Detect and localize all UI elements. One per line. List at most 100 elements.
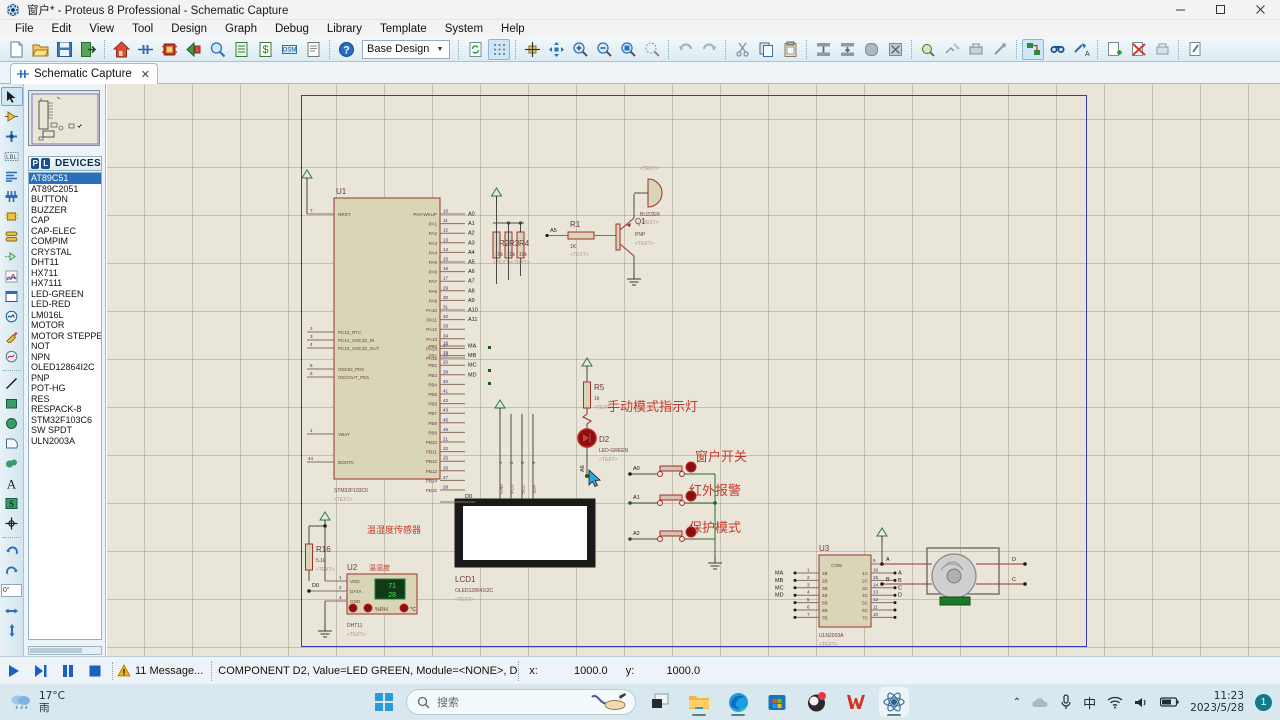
volume-icon[interactable] xyxy=(1134,696,1149,709)
play-button[interactable] xyxy=(0,658,27,684)
onedrive-icon[interactable] xyxy=(1032,696,1049,709)
file-explorer-app[interactable] xyxy=(684,687,714,717)
undo-icon[interactable] xyxy=(674,39,696,60)
pan-icon[interactable] xyxy=(545,39,567,60)
menu-graph[interactable]: Graph xyxy=(216,22,266,36)
path-tool-icon[interactable] xyxy=(1,454,23,473)
line-tool-icon[interactable] xyxy=(1,374,23,393)
ime-indicator[interactable]: 中 xyxy=(1083,693,1096,712)
switch-group[interactable]: A0 A1 A2 xyxy=(628,461,723,570)
menu-template[interactable]: Template xyxy=(371,22,436,36)
subcircuit-mode-icon[interactable] xyxy=(1,207,23,226)
scrollbar-thumb[interactable] xyxy=(30,648,82,653)
obs-studio-app[interactable] xyxy=(801,687,831,717)
microsoft-store-app[interactable] xyxy=(762,687,792,717)
microphone-icon[interactable] xyxy=(1060,694,1072,710)
menu-help[interactable]: Help xyxy=(492,22,534,36)
toggle-grid-icon[interactable] xyxy=(488,38,510,60)
wifi-icon[interactable] xyxy=(1107,696,1123,709)
wire-label-mode-icon[interactable]: LBL xyxy=(1,147,23,166)
zoom-area-icon[interactable] xyxy=(617,39,639,60)
help-icon[interactable]: ? xyxy=(335,39,357,60)
stop-button[interactable] xyxy=(81,658,108,684)
pcb-layout-icon[interactable] xyxy=(158,39,180,60)
menu-tool[interactable]: Tool xyxy=(123,22,162,36)
component-u1[interactable]: U1 STM32F103C6 <TEXT> 7 2 3 4 5 6 1 44 N… xyxy=(307,187,491,503)
save-icon[interactable] xyxy=(53,39,75,60)
design-combo[interactable]: Base Design ▼ xyxy=(362,39,450,59)
device-list-item[interactable]: CAP-ELEC xyxy=(29,226,101,237)
zoom-sheet-icon[interactable] xyxy=(641,39,663,60)
component-mode-icon[interactable] xyxy=(1,107,23,126)
block-copy-icon[interactable] xyxy=(812,39,834,60)
zoom-out-icon[interactable] xyxy=(593,39,615,60)
device-list-item[interactable]: LED-GREEN xyxy=(29,289,101,300)
device-list-item[interactable]: ULN2003A xyxy=(29,436,101,447)
export-icon[interactable] xyxy=(77,39,99,60)
text-script-mode-icon[interactable] xyxy=(1,167,23,186)
open-file-icon[interactable] xyxy=(29,39,51,60)
resistor-r5[interactable]: R5 1k <TEXT> xyxy=(581,357,613,430)
packaging-tool-icon[interactable] xyxy=(965,39,987,60)
device-list-item[interactable]: AT89C51 xyxy=(29,173,101,184)
weather-widget[interactable]: 17°C 雨 xyxy=(10,690,65,714)
microsoft-edge-app[interactable] xyxy=(723,687,753,717)
device-list-item[interactable]: MOTOR STEPPER xyxy=(29,331,101,342)
battery-icon[interactable] xyxy=(1160,696,1179,708)
resistor-r1[interactable]: A5 R1 1K <TEXT> xyxy=(545,220,616,258)
rotate-anticlockwise-icon[interactable] xyxy=(1,561,23,580)
copy-icon[interactable] xyxy=(755,39,777,60)
mirror-horizontal-icon[interactable] xyxy=(1,601,23,620)
led-d2[interactable]: D2 LED-GREEN <TEXT> A6 xyxy=(577,428,629,478)
device-list-item[interactable]: OLED12864I2C xyxy=(29,362,101,373)
chevron-down-icon[interactable]: ▼ xyxy=(433,41,447,58)
cut-icon[interactable] xyxy=(731,39,753,60)
device-list-item[interactable]: PNP xyxy=(29,373,101,384)
menu-file[interactable]: File xyxy=(6,22,43,36)
property-assignment-icon[interactable] xyxy=(1022,38,1044,60)
junction-dot-mode-icon[interactable] xyxy=(1,127,23,146)
exit-sheet-icon[interactable] xyxy=(1151,39,1173,60)
pick-device-icon[interactable] xyxy=(917,39,939,60)
transistor-q1[interactable]: Q1 PNP <TEXT> xyxy=(615,194,654,286)
vsm-studio-icon[interactable] xyxy=(302,39,324,60)
devices-l-badge[interactable]: L xyxy=(41,158,50,169)
start-button[interactable] xyxy=(371,689,397,715)
current-probe-mode-icon[interactable] xyxy=(1,347,23,366)
magnify-icon[interactable] xyxy=(206,39,228,60)
marker-tool-icon[interactable] xyxy=(1,514,23,533)
component-u3-uln2003a[interactable]: U3 ULN2003A <TEXT> 1B 1 MA 2B 2 MB 3B 3 MC 4B 4 MD 5… xyxy=(775,527,902,648)
refresh-icon[interactable] xyxy=(464,39,486,60)
pause-button[interactable] xyxy=(54,658,81,684)
box-tool-icon[interactable] xyxy=(1,394,23,413)
device-list-item[interactable]: HX7111 xyxy=(29,278,101,289)
device-pins-mode-icon[interactable] xyxy=(1,247,23,266)
3d-view-icon[interactable] xyxy=(182,39,204,60)
netlist-icon[interactable]: A xyxy=(1070,39,1092,60)
new-file-icon[interactable] xyxy=(5,39,27,60)
bill-of-materials-report-icon[interactable] xyxy=(1184,39,1206,60)
device-list-item[interactable]: NPN xyxy=(29,352,101,363)
design-explorer-icon[interactable]: $ xyxy=(254,39,276,60)
wps-office-app[interactable] xyxy=(840,687,870,717)
device-list-item[interactable]: LM016L xyxy=(29,310,101,321)
device-list-item[interactable]: POT-HG xyxy=(29,383,101,394)
devices-list[interactable]: AT89C51 AT89C2051 BUTTON BUZZER CAP CAP-ELEC C… xyxy=(28,172,102,640)
device-list-item[interactable]: AT89C2051 xyxy=(29,184,101,195)
terminals-mode-icon[interactable] xyxy=(1,227,23,246)
resistor-r16[interactable]: R16 5.1k <TEXT> xyxy=(305,511,335,581)
chevron-up-icon[interactable]: ⌃ xyxy=(1013,697,1021,708)
decompose-icon[interactable] xyxy=(989,39,1011,60)
devices-p-badge[interactable]: P xyxy=(31,158,40,169)
remove-sheet-icon[interactable] xyxy=(1127,39,1149,60)
device-list-item[interactable]: CRYSTAL xyxy=(29,247,101,258)
device-list-item[interactable]: DHT11 xyxy=(29,257,101,268)
block-move-icon[interactable] xyxy=(836,39,858,60)
close-button[interactable] xyxy=(1240,0,1280,20)
rotation-angle-field[interactable]: 0° xyxy=(1,581,23,600)
stepper-motor[interactable]: A B D C xyxy=(880,547,1027,606)
device-list-item[interactable]: HX711 xyxy=(29,268,101,279)
selection-mode-icon[interactable] xyxy=(0,87,23,106)
arc-tool-icon[interactable] xyxy=(1,434,23,453)
search-box[interactable]: 搜索 xyxy=(406,689,636,715)
